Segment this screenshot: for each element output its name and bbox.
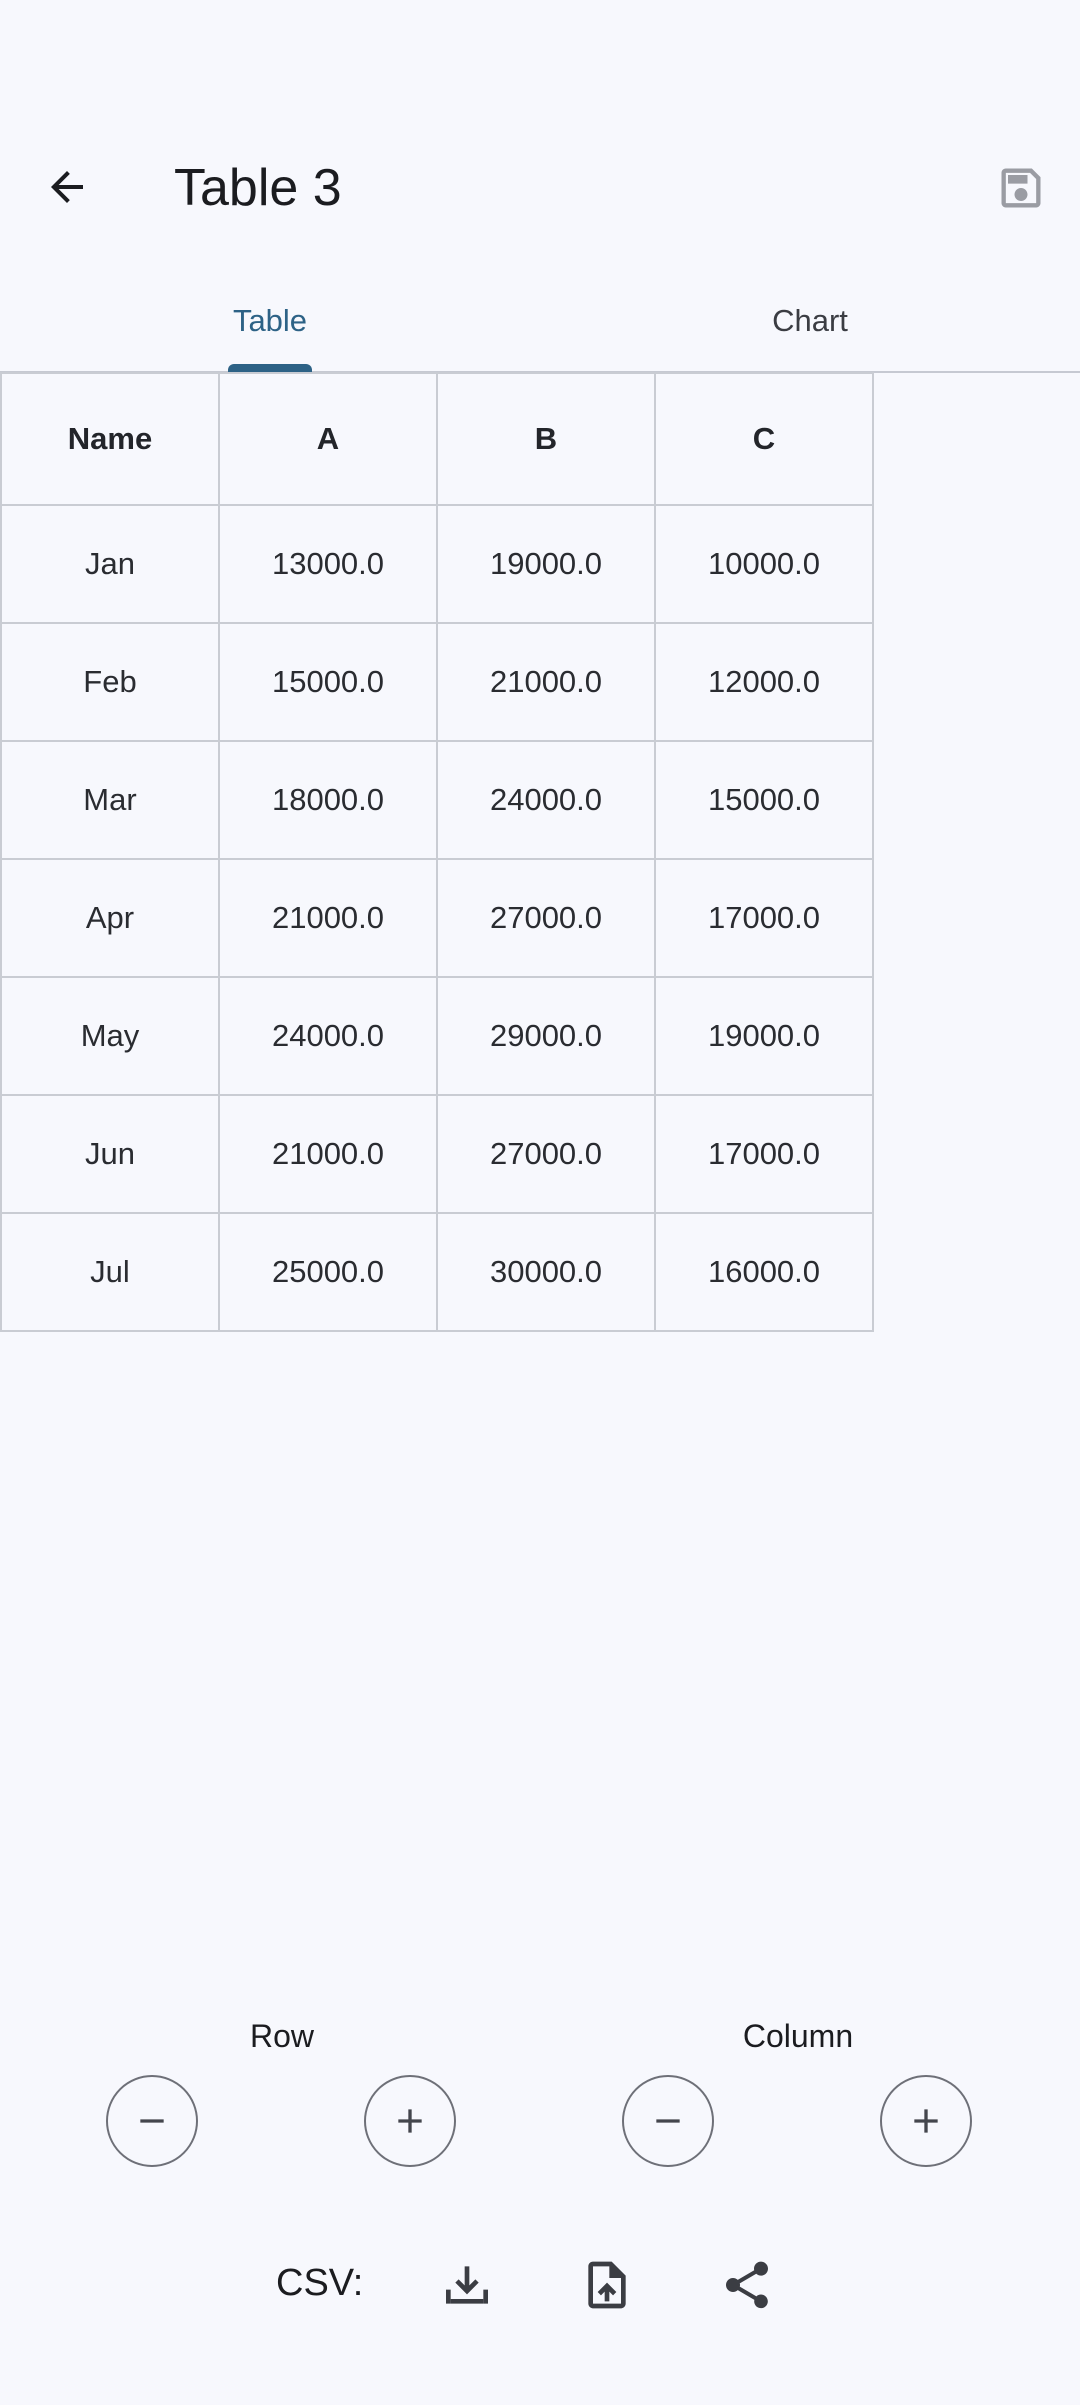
- remove-row-button[interactable]: [106, 2075, 198, 2167]
- page-title: Table 3: [174, 159, 342, 217]
- tab-table[interactable]: Table: [0, 270, 540, 371]
- table-cell[interactable]: Jul: [0, 1212, 220, 1332]
- table-cell[interactable]: 30000.0: [436, 1212, 656, 1332]
- download-csv-button[interactable]: [432, 2250, 502, 2320]
- table-cell[interactable]: 13000.0: [218, 504, 438, 624]
- table-cell[interactable]: Feb: [0, 622, 220, 742]
- table-cell[interactable]: 19000.0: [654, 976, 874, 1096]
- upload-csv-button[interactable]: [572, 2250, 642, 2320]
- header-cell[interactable]: A: [218, 372, 438, 506]
- header-cell[interactable]: B: [436, 372, 656, 506]
- file-upload-icon: [588, 2261, 626, 2309]
- download-icon: [446, 2266, 488, 2304]
- table-cell[interactable]: 24000.0: [218, 976, 438, 1096]
- minus-icon: [140, 2119, 164, 2123]
- csv-label: CSV:: [276, 2262, 364, 2304]
- table-row: Jan 13000.0 19000.0 10000.0: [0, 504, 874, 624]
- table-cell[interactable]: Mar: [0, 740, 220, 860]
- remove-column-button[interactable]: [622, 2075, 714, 2167]
- column-label: Column: [742, 2018, 854, 2054]
- tab-bar: Table Chart: [0, 270, 1080, 373]
- table-header-row: Name A B C: [0, 372, 874, 506]
- table-cell[interactable]: Jan: [0, 504, 220, 624]
- plus-icon: [914, 2109, 938, 2133]
- table-cell[interactable]: 21000.0: [436, 622, 656, 742]
- table-cell[interactable]: 21000.0: [218, 858, 438, 978]
- table-row: Apr 21000.0 27000.0 17000.0: [0, 858, 874, 978]
- add-column-button[interactable]: [880, 2075, 972, 2167]
- header-cell[interactable]: C: [654, 372, 874, 506]
- save-icon: [1001, 168, 1041, 208]
- table-cell[interactable]: 24000.0: [436, 740, 656, 860]
- plus-icon: [398, 2109, 422, 2133]
- header-cell[interactable]: Name: [0, 372, 220, 506]
- table-cell[interactable]: 15000.0: [654, 740, 874, 860]
- table-cell[interactable]: 17000.0: [654, 858, 874, 978]
- share-csv-button[interactable]: [712, 2250, 782, 2320]
- save-button[interactable]: [985, 152, 1057, 224]
- table-row: Jun 21000.0 27000.0 17000.0: [0, 1094, 874, 1214]
- table-cell[interactable]: 19000.0: [436, 504, 656, 624]
- share-icon: [726, 2261, 768, 2309]
- tab-chart[interactable]: Chart: [540, 270, 1080, 371]
- selected-tab-indicator: [228, 364, 312, 372]
- back-button[interactable]: [30, 150, 104, 224]
- table-cell[interactable]: 18000.0: [218, 740, 438, 860]
- table-cell[interactable]: 15000.0: [218, 622, 438, 742]
- table-cell[interactable]: Jun: [0, 1094, 220, 1214]
- add-row-button[interactable]: [364, 2075, 456, 2167]
- table-cell[interactable]: 12000.0: [654, 622, 874, 742]
- arrow-back-icon: [51, 171, 83, 203]
- table-cell[interactable]: 21000.0: [218, 1094, 438, 1214]
- table-row: Mar 18000.0 24000.0 15000.0: [0, 740, 874, 860]
- minus-icon: [656, 2119, 680, 2123]
- table-cell[interactable]: May: [0, 976, 220, 1096]
- table-cell[interactable]: 27000.0: [436, 858, 656, 978]
- data-table: Name A B C Jan 13000.0 19000.0 10000.0 F…: [0, 372, 874, 1332]
- table-cell[interactable]: 29000.0: [436, 976, 656, 1096]
- table-cell[interactable]: 25000.0: [218, 1212, 438, 1332]
- app-bar: Table 3: [0, 0, 1080, 260]
- table-row: May 24000.0 29000.0 19000.0: [0, 976, 874, 1096]
- table-cell[interactable]: Apr: [0, 858, 220, 978]
- table-cell[interactable]: 10000.0: [654, 504, 874, 624]
- table-row: Jul 25000.0 30000.0 16000.0: [0, 1212, 874, 1332]
- table-row: Feb 15000.0 21000.0 12000.0: [0, 622, 874, 742]
- table-cell[interactable]: 16000.0: [654, 1212, 874, 1332]
- table-cell[interactable]: 27000.0: [436, 1094, 656, 1214]
- row-label: Row: [249, 2018, 314, 2054]
- table-cell[interactable]: 17000.0: [654, 1094, 874, 1214]
